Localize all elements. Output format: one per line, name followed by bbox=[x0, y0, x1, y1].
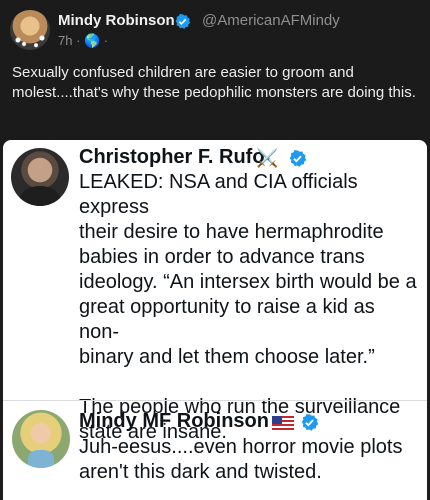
quoted-text-line: binary and let them choose later.” bbox=[79, 346, 375, 368]
reply-text-line: aren't this dark and twisted. bbox=[79, 461, 322, 483]
divider bbox=[3, 400, 427, 401]
quoted-text-line: ideology. “An intersex birth would be a bbox=[79, 271, 417, 293]
quoted-text-blank bbox=[79, 370, 419, 395]
reply-author-name: Mindy MF Robinson bbox=[79, 410, 269, 432]
reply-text-line: Juh-eesus....even horror movie plots bbox=[79, 436, 403, 458]
quoted-text-line: their desire to have hermaphrodite bbox=[79, 221, 384, 243]
author-handle[interactable]: @AmericanAFMindy bbox=[202, 12, 340, 29]
reply-post-text: Juh-eesus....even horror movie plots are… bbox=[79, 435, 419, 485]
quoted-author-name: Christopher F. Rufo bbox=[79, 146, 265, 168]
avatar[interactable] bbox=[10, 10, 50, 50]
avatar-figure bbox=[19, 186, 61, 206]
avatar bbox=[11, 148, 69, 206]
author-name[interactable]: Mindy Robinson bbox=[58, 12, 175, 29]
post-time: 7h · 🌎 · bbox=[58, 33, 109, 48]
avatar bbox=[12, 410, 70, 468]
verified-badge-icon bbox=[289, 150, 307, 167]
quoted-screenshot-card: Christopher F. Rufo ⚔️ LEAKED: NSA and C… bbox=[3, 140, 427, 500]
verified-badge-icon bbox=[301, 414, 319, 431]
post-text: Sexually confused children are easier to… bbox=[12, 64, 416, 101]
avatar-sparkle-decoration bbox=[10, 10, 50, 50]
quoted-post-text: LEAKED: NSA and CIA officials express th… bbox=[79, 170, 419, 445]
verified-badge-icon bbox=[175, 13, 191, 29]
quoted-text-line: babies in order to advance trans bbox=[79, 246, 365, 268]
avatar-figure bbox=[28, 450, 54, 468]
quoted-text-line: great opportunity to raise a kid as non- bbox=[79, 296, 375, 343]
crossed-swords-icon: ⚔️ bbox=[256, 148, 279, 168]
quoted-text-line: LEAKED: NSA and CIA officials express bbox=[79, 171, 358, 218]
us-flag-icon bbox=[272, 416, 294, 430]
outer-post-header: Mindy Robinson @AmericanAFMindy 7h · 🌎 ·… bbox=[0, 0, 430, 140]
